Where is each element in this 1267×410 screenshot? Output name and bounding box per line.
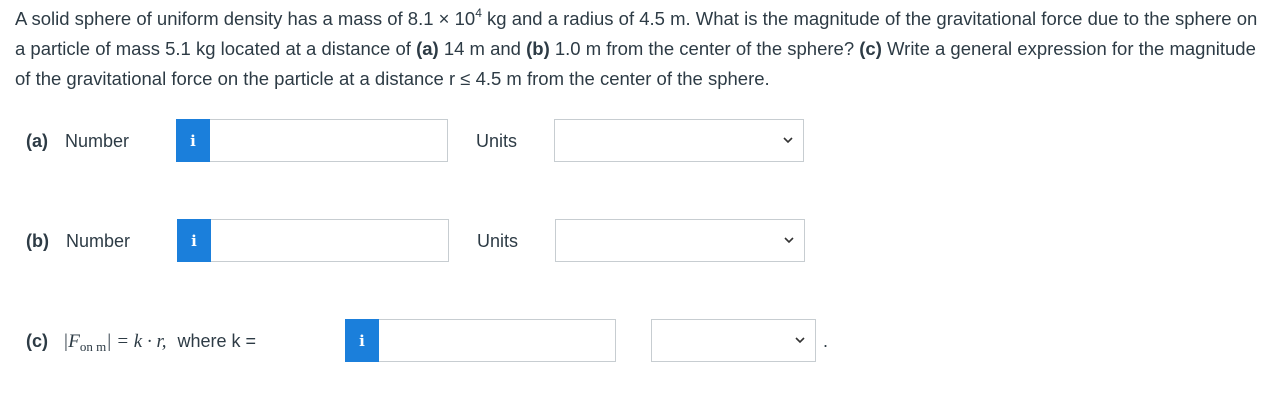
part-a-units-select[interactable] [554, 119, 804, 162]
part-b-number-input[interactable] [211, 219, 449, 262]
question-b-tag: (b) [526, 38, 550, 59]
force-expression: |Fon m| = k · r, [63, 331, 167, 354]
part-c-label: (c) |Fon m| = k · r, where k = [26, 331, 256, 355]
part-c-k-input[interactable] [379, 319, 616, 362]
question-exponent: 4 [475, 6, 482, 20]
part-b-units-label: Units [477, 231, 519, 251]
question-mid2: 14 m and [438, 38, 527, 59]
chevron-down-icon [783, 137, 793, 144]
part-b-info-glyph: i [191, 231, 197, 250]
part-c-info-glyph: i [359, 331, 365, 350]
part-a-label: (a) Number [26, 131, 129, 152]
question-intro: A solid sphere of uniform density has a … [15, 8, 476, 29]
expr-close: | = k · r, [106, 331, 167, 352]
part-b-tag: (b) [26, 231, 49, 251]
part-a-tag: (a) [26, 131, 48, 151]
question-text: A solid sphere of uniform density has a … [15, 4, 1260, 94]
info-icon[interactable]: i [345, 319, 379, 362]
part-c-period: . [823, 331, 829, 351]
part-c-tag: (c) [26, 331, 48, 351]
part-b-number-label: Number [66, 231, 131, 251]
question-c-tag: (c) [859, 38, 882, 59]
chevron-down-icon [784, 237, 794, 244]
part-c-units-select[interactable] [651, 319, 816, 362]
part-a-number-input[interactable] [210, 119, 448, 162]
part-b-units-select[interactable] [555, 219, 805, 262]
part-a-number-label: Number [65, 131, 130, 151]
part-a-units-label: Units [476, 131, 518, 151]
info-icon[interactable]: i [177, 219, 211, 262]
part-a-info-glyph: i [190, 131, 196, 150]
chevron-down-icon [795, 337, 805, 344]
info-icon[interactable]: i [176, 119, 210, 162]
expr-subscript: on m [79, 339, 107, 354]
part-b-label: (b) Number [26, 231, 130, 252]
question-a-tag: (a) [416, 38, 439, 59]
where-k-label: where k = [177, 331, 257, 351]
question-mid3: 1.0 m from the center of the sphere? [549, 38, 860, 59]
expr-open: |F [63, 331, 80, 352]
